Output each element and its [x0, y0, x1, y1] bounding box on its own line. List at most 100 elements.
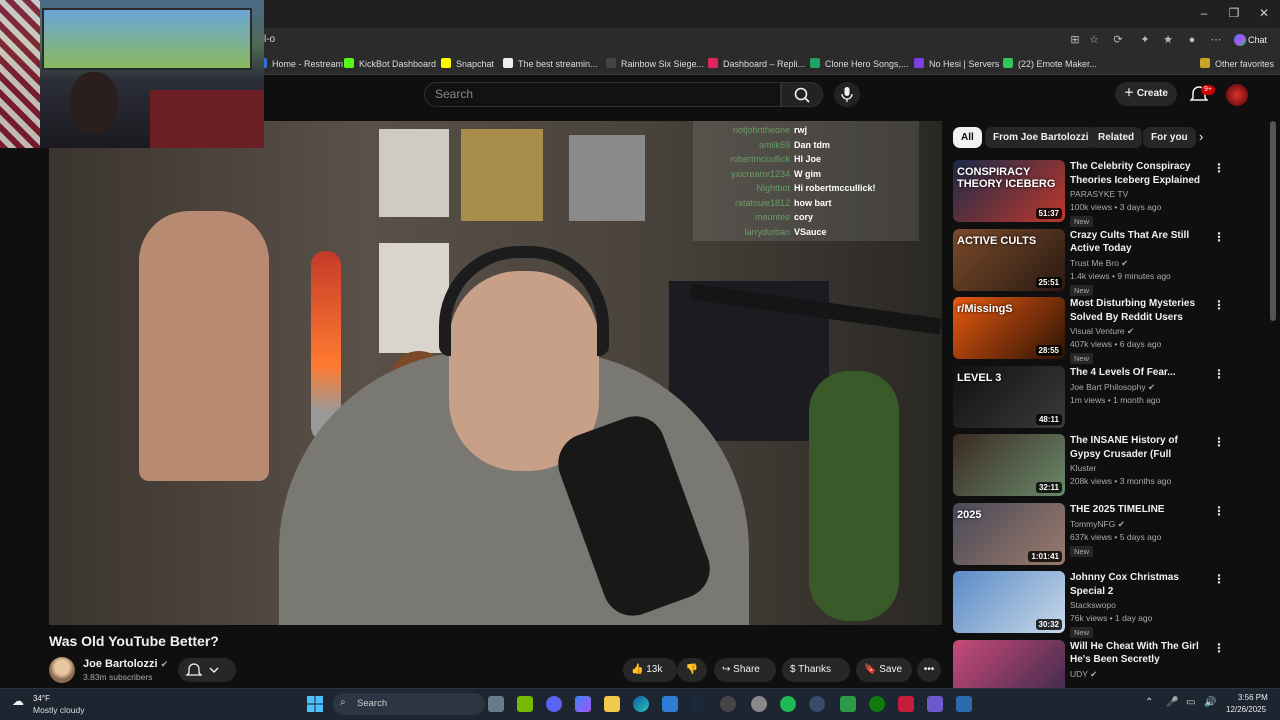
volume-icon[interactable]: 🔊 [1204, 697, 1216, 708]
bookmark-item[interactable]: Rainbow Six Siege... [606, 57, 704, 71]
bookmark-item[interactable]: No Hesi | Servers [914, 57, 999, 71]
scrollbar[interactable] [1270, 121, 1276, 321]
file-explorer-icon[interactable] [604, 696, 620, 712]
recommended-video-title[interactable]: The 4 Levels Of Fear... [1070, 366, 1202, 380]
red-app-icon[interactable] [898, 696, 914, 712]
recommended-video-title[interactable]: Crazy Cults That Are Still Active Today [1070, 229, 1202, 256]
recommended-video-title[interactable]: Most Disturbing Mysteries Solved By Redd… [1070, 297, 1202, 324]
recommended-channel[interactable]: PARASYKE TV [1070, 189, 1128, 199]
more-vertical-icon[interactable]: ⋮ [1213, 162, 1225, 174]
filter-chip[interactable]: All [953, 127, 982, 148]
recommended-channel[interactable]: Joe Bart Philosophy ✔ [1070, 382, 1155, 393]
microphone-tray-icon[interactable]: 🎤 [1166, 697, 1178, 708]
tray-chevron-icon[interactable]: ⌃ [1145, 697, 1153, 708]
bookmark-item[interactable]: (22) Emote Maker... [1003, 57, 1097, 71]
window-app-icon[interactable] [956, 696, 972, 712]
favorites-icon[interactable]: ★ [1161, 33, 1175, 47]
video-thumbnail[interactable]: 32:11 [953, 434, 1065, 496]
app-available-icon[interactable]: ⊞ [1068, 33, 1082, 47]
copilot-app-icon[interactable] [575, 696, 591, 712]
recommended-channel[interactable]: Trust Me Bro ✔ [1070, 258, 1128, 269]
taskbar-search[interactable]: Search [333, 693, 485, 715]
more-vertical-icon[interactable]: ⋮ [1213, 573, 1225, 585]
bookmark-item[interactable]: Clone Hero Songs,... [810, 57, 909, 71]
bookmark-item[interactable]: The best streamin... [503, 57, 598, 71]
bookmark-item[interactable]: Home - Restream [257, 57, 343, 71]
more-vertical-icon[interactable]: ⋮ [1213, 231, 1225, 243]
close-icon[interactable]: ✕ [1257, 6, 1271, 20]
recommended-video-title[interactable]: THE 2025 TIMELINE [1070, 503, 1202, 517]
bookmark-item[interactable]: KickBot Dashboard [344, 57, 436, 71]
search-input[interactable]: Search [424, 82, 781, 107]
other-favorites[interactable]: Other favorites [1200, 57, 1274, 71]
weather-description[interactable]: Mostly cloudy [33, 705, 85, 715]
store-icon[interactable] [662, 696, 678, 712]
more-vertical-icon[interactable]: ⋮ [1213, 642, 1225, 654]
video-thumbnail[interactable]: ACTIVE CULTS 25:51 [953, 228, 1065, 291]
filter-chip[interactable]: Related [1090, 127, 1143, 148]
clock-date[interactable]: 12/26/2025 [1226, 705, 1266, 714]
edge-icon[interactable] [633, 696, 649, 712]
4k-downloader-icon[interactable] [809, 696, 825, 712]
create-button[interactable]: ＋ Create [1115, 82, 1177, 106]
video-thumbnail[interactable]: 2025 1:01:41 [953, 502, 1065, 565]
more-menu-icon[interactable]: ⋯ [1209, 33, 1223, 47]
chips-next-icon[interactable]: › [1199, 129, 1203, 144]
thanks-button[interactable]: $ Thanks [782, 658, 850, 682]
b-app-icon[interactable] [840, 696, 856, 712]
recommended-video[interactable]: 2025 1:01:41 THE 2025 TIMELINE TommyNFG ✔ 63… [953, 502, 1273, 565]
recommended-video[interactable]: 32:11 The INSANE History of Gypsy Crusade… [953, 434, 1273, 496]
channel-avatar[interactable] [49, 657, 75, 683]
like-button[interactable]: 👍 13k [623, 658, 677, 682]
voice-search-button[interactable] [834, 82, 860, 107]
recommended-channel[interactable]: Visual Venture ✔ [1070, 326, 1134, 337]
search-button[interactable] [781, 82, 823, 107]
clock-time[interactable]: 3:56 PM [1238, 693, 1268, 702]
more-vertical-icon[interactable]: ⋮ [1213, 505, 1225, 517]
recommended-video[interactable]: r/MissingS 28:55 Most Disturbing Mysteries… [953, 297, 1273, 364]
favorite-star-icon[interactable]: ☆ [1087, 33, 1101, 47]
extensions-icon[interactable]: ✦ [1138, 33, 1152, 47]
refresh-extension-icon[interactable]: ⟳ [1111, 33, 1125, 47]
steam-icon[interactable] [691, 696, 707, 712]
filter-chip[interactable]: From Joe Bartolozzi [985, 127, 1097, 148]
bookmark-item[interactable]: Dashboard – Repli... [708, 57, 805, 71]
recommended-video-title[interactable]: The Celebrity Conspiracy Theories Iceber… [1070, 160, 1202, 187]
weather-temperature[interactable]: 34°F [33, 694, 50, 703]
minimize-icon[interactable]: – [1197, 6, 1211, 20]
url-text[interactable]: l-o [264, 34, 275, 45]
share-button[interactable]: ↪ Share [714, 658, 776, 682]
copilot-chat-button[interactable]: Chat [1232, 31, 1276, 49]
more-vertical-icon[interactable]: ⋮ [1213, 368, 1225, 380]
video-thumbnail[interactable]: 30:32 [953, 571, 1065, 633]
recommended-video-title[interactable]: Will He Cheat With The Girl He's Been Se… [1070, 640, 1202, 667]
recommended-video[interactable]: LEVEL 3 48:11 The 4 Levels Of Fear... Joe B… [953, 365, 1273, 428]
task-view-icon[interactable] [488, 696, 504, 712]
more-vertical-icon[interactable]: ⋮ [1213, 436, 1225, 448]
channel-name[interactable]: Joe Bartolozzi ✔ [83, 658, 168, 670]
profile-icon[interactable]: ● [1185, 33, 1199, 47]
recommended-video[interactable]: 30:32 Johnny Cox Christmas Special 2 Stack… [953, 571, 1273, 638]
recommended-channel[interactable]: UDY ✔ [1070, 669, 1097, 680]
settings-icon[interactable] [751, 696, 767, 712]
recommended-channel[interactable]: TommyNFG ✔ [1070, 519, 1125, 530]
video-thumbnail[interactable]: LEVEL 3 48:11 [953, 365, 1065, 428]
account-avatar[interactable] [1226, 84, 1248, 106]
obs-icon[interactable] [720, 696, 736, 712]
subscription-notification-button[interactable] [178, 658, 236, 682]
maximize-icon[interactable]: ❐ [1227, 6, 1241, 20]
purple-app-icon[interactable] [927, 696, 943, 712]
windows-start-icon[interactable] [307, 696, 323, 712]
recommended-video[interactable]: ACTIVE CULTS 25:51 Crazy Cults That Are St… [953, 228, 1273, 296]
recommended-video-title[interactable]: Johnny Cox Christmas Special 2 [1070, 571, 1202, 598]
video-thumbnail[interactable]: r/MissingS 28:55 [953, 297, 1065, 359]
video-thumbnail[interactable]: CONSPIRACY THEORY ICEBERG 51:37 [953, 160, 1065, 222]
dislike-button[interactable]: 👎 [677, 658, 707, 682]
bookmark-item[interactable]: Snapchat [441, 57, 494, 71]
more-vertical-icon[interactable]: ⋮ [1213, 299, 1225, 311]
discord-icon[interactable] [546, 696, 562, 712]
filter-chip[interactable]: For you [1143, 127, 1196, 148]
xbox-icon[interactable] [869, 696, 885, 712]
weather-icon[interactable]: ☁ [12, 694, 30, 710]
spotify-icon[interactable] [780, 696, 796, 712]
